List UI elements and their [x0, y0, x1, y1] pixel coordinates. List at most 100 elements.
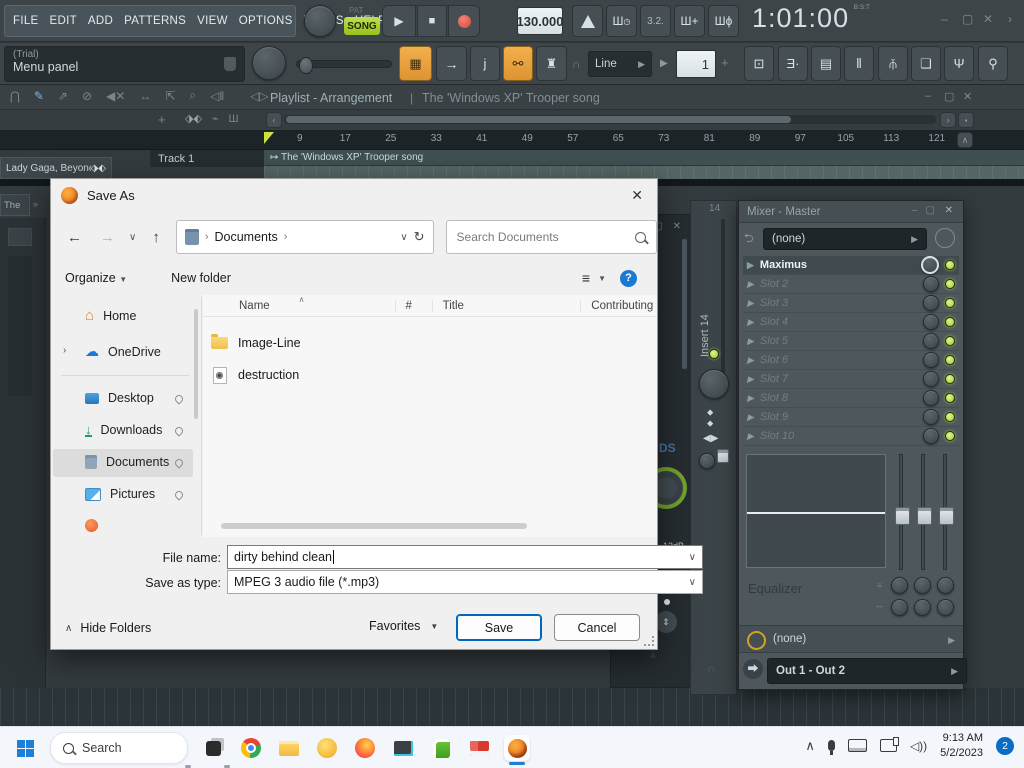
playlist-minimize-button[interactable]: –: [925, 90, 933, 102]
plugin-button[interactable]: Ψ: [944, 46, 974, 81]
touch-keyboard-icon[interactable]: [847, 739, 867, 753]
wave-icon[interactable]: ⬗⬖: [185, 112, 202, 125]
zoom-tool-icon[interactable]: ⌕: [189, 88, 196, 103]
task-view-button[interactable]: [200, 735, 226, 761]
mixer-none-row[interactable]: (none) ▶: [739, 625, 963, 653]
toolbar-overflow-chevron[interactable]: ›: [1008, 12, 1014, 26]
fx-slot-row[interactable]: ▶ Slot 7: [743, 370, 959, 389]
pattern-mini-icon[interactable]: Ш: [229, 113, 239, 125]
step-edit-button[interactable]: Шϕ: [708, 5, 739, 37]
recent-locations-chevron[interactable]: ∨: [129, 232, 136, 243]
eq-display[interactable]: [746, 454, 886, 568]
slot-enable-led[interactable]: [945, 412, 955, 422]
new-folder-button[interactable]: New folder: [171, 271, 231, 285]
countdown-button[interactable]: 3.2.: [640, 5, 671, 37]
column-artist[interactable]: Contributing ar: [580, 299, 657, 312]
view-list-icon[interactable]: ≡: [582, 270, 590, 286]
slot-enable-led[interactable]: [945, 431, 955, 441]
follow-arrow-button[interactable]: →: [436, 46, 467, 81]
dialog-titlebar[interactable]: Save As ✕: [51, 179, 657, 213]
slot-enable-led[interactable]: [945, 374, 955, 384]
playlist-close-button[interactable]: ✕: [963, 90, 974, 103]
mute-tool-icon[interactable]: ◀✕: [106, 89, 125, 103]
cast-device-icon[interactable]: [879, 737, 899, 753]
slot-mix-knob[interactable]: [923, 314, 939, 330]
mixer-maximize-button[interactable]: ▢: [926, 205, 937, 216]
list-h-scrollbar[interactable]: [221, 523, 527, 529]
slot-mix-knob[interactable]: [921, 256, 939, 274]
firefox-button[interactable]: [352, 735, 378, 761]
sidebar-item-home[interactable]: ⌂ Home: [85, 307, 136, 324]
bpm-display[interactable]: 130.000: [517, 7, 564, 35]
magnet-snap-icon[interactable]: ⋂: [10, 89, 20, 103]
playlist-timeline[interactable]: 9 17 25 33 41 49 57 65 73 81 89 97 105 1…: [0, 130, 1024, 150]
play-button[interactable]: ▶: [382, 5, 416, 37]
save-type-select[interactable]: MPEG 3 audio file (*.mp3) ∨: [227, 570, 703, 594]
slot-enable-led[interactable]: [945, 336, 955, 346]
sidebar-item-desktop[interactable]: Desktop: [85, 391, 154, 405]
v-scroll-up-button[interactable]: ∧: [957, 132, 973, 148]
onedrive-expand-chevron[interactable]: ›: [63, 345, 66, 356]
slot-enable-led[interactable]: [945, 355, 955, 365]
record-button[interactable]: [448, 5, 480, 37]
window-browser-button[interactable]: ⫚: [878, 46, 908, 81]
slot-mix-knob[interactable]: [923, 295, 939, 311]
favorites-button[interactable]: Favorites ▼: [369, 619, 438, 633]
mixer-close-button[interactable]: ✕: [945, 205, 955, 216]
chrome-canary-button[interactable]: [314, 735, 340, 761]
insert-fader-track[interactable]: [721, 219, 725, 379]
mixer-top-slot-selector[interactable]: (none) ▶: [763, 228, 927, 250]
plugin-close-button[interactable]: ✕: [673, 221, 683, 232]
tray-expand-chevron[interactable]: ∧: [805, 738, 815, 754]
mixer-output-row[interactable]: ⮕ Out 1 - Out 2 ▶: [739, 653, 967, 689]
playhead-flag-icon[interactable]: [264, 132, 274, 144]
mixer-insert-strip[interactable]: 14 Insert 14 ⬥ ⬥ ◀▶ ∩: [690, 200, 737, 695]
playback-tool-icon[interactable]: ◁‖: [210, 89, 224, 103]
eq-slider-3[interactable]: [939, 454, 954, 570]
slot-mix-knob[interactable]: [923, 428, 939, 444]
insert-mini-fader[interactable]: [717, 449, 729, 463]
address-bar[interactable]: › Documents › ∨ ↻: [175, 220, 434, 254]
time-display[interactable]: 1:01:00 B:S:T: [752, 3, 870, 41]
main-volume-knob[interactable]: [252, 46, 286, 80]
slot-mix-knob[interactable]: [923, 409, 939, 425]
slot-mix-knob[interactable]: [923, 333, 939, 349]
preview-speaker-icon[interactable]: ◁▷: [250, 89, 268, 103]
window-pianoroll-button[interactable]: Ǝ·: [778, 46, 808, 81]
wait-for-input-button[interactable]: Ш ◷: [606, 5, 637, 37]
window-playlist-button[interactable]: ⊡: [744, 46, 774, 81]
save-type-dropdown-chevron[interactable]: ∨: [689, 577, 696, 588]
draw-tool-icon[interactable]: ✎: [34, 89, 44, 103]
sidebar-scrollbar[interactable]: [194, 309, 198, 419]
app-close-button[interactable]: ✕: [983, 12, 995, 26]
sidebar-item-onedrive[interactable]: ☁ OneDrive: [85, 343, 161, 360]
file-explorer-button[interactable]: [276, 735, 302, 761]
address-dropdown-chevron[interactable]: ∨: [400, 232, 407, 243]
output-selector[interactable]: Out 1 - Out 2 ▶: [767, 658, 967, 684]
column-title[interactable]: Title: [431, 299, 581, 312]
shuffle-knob[interactable]: [304, 5, 336, 37]
slot-mix-knob[interactable]: [923, 276, 939, 292]
menu-file[interactable]: FILE: [13, 15, 39, 27]
start-button[interactable]: [12, 735, 38, 761]
eq-knob[interactable]: [891, 599, 908, 616]
song-marker-bar[interactable]: ↦ The 'Windows XP' Trooper song: [264, 150, 1024, 166]
view-dropdown-chevron[interactable]: ▼: [598, 274, 606, 283]
help-icon[interactable]: ?: [620, 269, 637, 287]
forward-button[interactable]: →: [100, 229, 115, 246]
slip-tool-icon[interactable]: ↔: [139, 89, 151, 103]
insert-small-knob[interactable]: [699, 453, 715, 469]
tools-hammer-button[interactable]: ⚲: [978, 46, 1008, 81]
remote-app-button[interactable]: [390, 735, 416, 761]
sidebar-item-documents[interactable]: Documents: [85, 455, 169, 469]
fx-slot-row[interactable]: ▶ Slot 10: [743, 427, 959, 446]
fx-slot-row[interactable]: ▶ Slot 5: [743, 332, 959, 351]
slot-enable-led[interactable]: [945, 393, 955, 403]
cancel-button[interactable]: Cancel: [554, 614, 640, 641]
menu-patterns[interactable]: PATTERNS: [124, 15, 186, 27]
eq-slider-handle[interactable]: [895, 507, 910, 525]
back-button[interactable]: ←: [67, 229, 82, 246]
flstudio-taskbar-button[interactable]: [504, 735, 530, 765]
pattern-prev-arrow[interactable]: ▶: [660, 58, 668, 69]
fx-slot-row[interactable]: ▶ Slot 3: [743, 294, 959, 313]
